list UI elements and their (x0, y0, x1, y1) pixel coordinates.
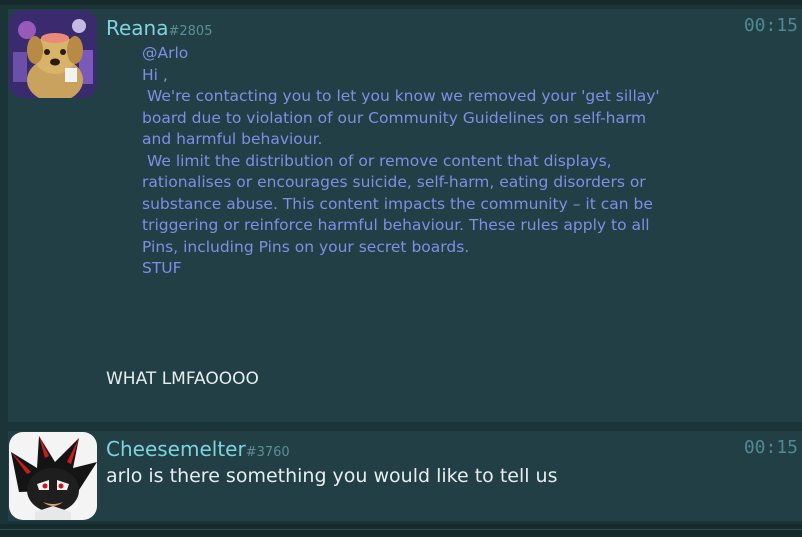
username[interactable]: Reana#2805 (106, 16, 212, 40)
username-text[interactable]: Cheesemelter (106, 437, 246, 461)
quote-line: We're contacting you to let you know we … (142, 87, 660, 105)
message-cheesemelter: Cheesemelter#3760 00:15 arlo is there so… (8, 431, 802, 521)
message-reana: Reana#2805 00:15 @Arlo Hi , We're contac… (8, 9, 802, 422)
quote-line-mention: @Arlo (142, 44, 189, 62)
timestamp: 00:15 (743, 15, 798, 36)
quote-line: We limit the distribution of or remove c… (142, 151, 612, 170)
discriminator: #3760 (245, 445, 290, 460)
quote-line: substance abuse. This content impacts th… (142, 194, 653, 213)
quote-line: STUF (142, 259, 182, 277)
username-text[interactable]: Reana (106, 16, 169, 40)
quote-line: and harmful behaviour. (142, 130, 323, 148)
timestamp: 00:15 (743, 437, 798, 458)
message-text: arlo is there something you would like t… (106, 465, 558, 487)
quoted-message: @Arlo Hi , We're contacting you to let y… (142, 43, 742, 280)
bottom-divider (0, 524, 802, 537)
shadow-hedgehog-avatar-icon[interactable] (9, 432, 97, 520)
quote-line: board due to violation of our Community … (142, 108, 647, 127)
quote-line: Pins, including Pins on your secret boar… (142, 237, 470, 256)
discriminator: #2805 (168, 24, 213, 39)
dog-avatar-icon[interactable] (9, 10, 97, 98)
quote-line: triggering or reinforce harmful behaviou… (142, 216, 650, 234)
quote-line: rationalises or encourages suicide, self… (142, 173, 646, 191)
top-divider (0, 0, 802, 5)
username[interactable]: Cheesemelter#3760 (106, 437, 290, 461)
quote-line: Hi , (142, 65, 168, 84)
message-text: WHAT LMFAOOOO (106, 369, 259, 389)
